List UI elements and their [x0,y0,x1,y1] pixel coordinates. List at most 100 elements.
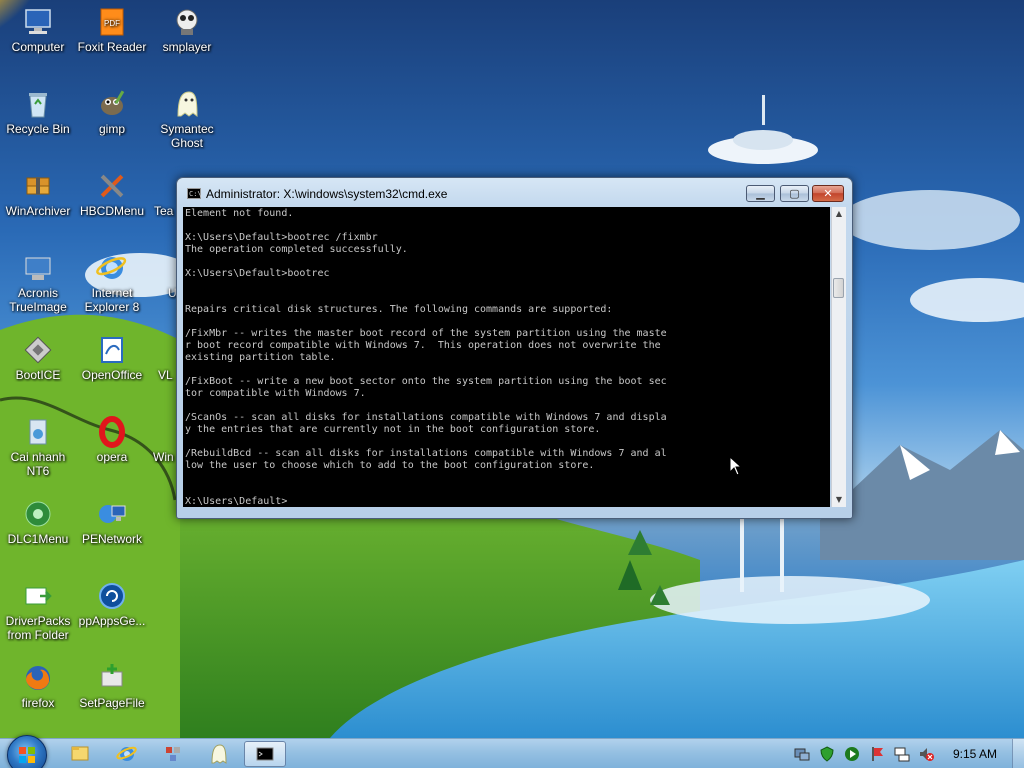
opera-icon [96,416,128,448]
cmd-window[interactable]: C:\ Administrator: X:\windows\system32\c… [176,177,853,519]
desktop-icon-dlc1menu[interactable]: DLC1Menu [0,498,76,546]
icon-label: Symantec Ghost [160,122,214,150]
clock[interactable]: 9:15 AM [940,747,1010,761]
icon-label: DLC1Menu [7,532,69,546]
icon-label: Cai nhanh NT6 [10,450,66,478]
desktop-icon-acronis[interactable]: Acronis TrueImage [0,252,76,314]
play-icon[interactable] [844,746,860,762]
desktop-icon-penetwork[interactable]: PENetwork [74,498,150,546]
app-icon [150,416,176,448]
svg-text:PDF: PDF [104,19,120,28]
desktop-icon-smplayer[interactable]: smplayer [149,6,225,54]
icon-label: OpenOffice [81,368,143,382]
icon-label: Acronis TrueImage [9,286,67,314]
icon-label: opera [96,450,128,464]
desktop-icon-firefox[interactable]: firefox [0,662,76,710]
taskbar-ghost-button[interactable] [199,741,239,767]
icon-label: smplayer [162,40,212,54]
desktop-icon-recycle-bin[interactable]: Recycle Bin [0,88,76,136]
setpagefile-icon [96,662,128,694]
desktop-icon-foxit-reader[interactable]: PDF Foxit Reader [74,6,150,54]
scroll-up-arrow-icon[interactable]: ▲ [832,207,846,221]
window-title: Administrator: X:\windows\system32\cmd.e… [206,187,448,201]
desktop-icon-setpagefile[interactable]: SetPageFile [74,662,150,710]
desktop-icon-teamviewer-partial[interactable]: Tea [146,170,176,218]
dlc-icon [22,498,54,530]
desktop-icon-gimp[interactable]: gimp [74,88,150,136]
desktop-icon-symantec-ghost[interactable]: Symantec Ghost [149,88,225,150]
desktop-icon-ppappsge[interactable]: ppAppsGe... [74,580,150,628]
app-icon [150,252,176,284]
icon-label: firefox [21,696,55,710]
desktop-icon-internet-explorer[interactable]: Internet Explorer 8 [74,252,150,314]
icon-label: Internet Explorer 8 [84,286,140,314]
scrollbar-thumb[interactable] [833,278,844,298]
desktop-icon-openoffice[interactable]: OpenOffice [74,334,150,382]
vlc-icon [150,334,176,366]
driverpacks-icon [22,580,54,612]
taskbar-cmd-button[interactable] [244,741,286,767]
desktop: Computer PDF Foxit Reader smplayer Recyc… [0,0,1024,768]
network-tray-icon[interactable] [894,746,910,762]
maximize-button[interactable]: ▢ [780,185,809,202]
recycle-bin-icon [22,88,54,120]
windows-logo-icon [19,747,35,763]
icon-label: Foxit Reader [77,40,147,54]
explorer-icon [71,746,89,761]
desktop-icon-win-partial[interactable]: Win [150,416,176,464]
volume-muted-icon[interactable] [918,746,934,762]
bootice-icon [22,334,54,366]
show-desktop-button[interactable] [1012,739,1024,768]
icon-label: DriverPacks from Folder [5,614,71,642]
taskbar-explorer-button[interactable] [60,741,100,767]
icon-label: Tea [154,204,174,218]
desktop-icon-vlc-partial[interactable]: VL [150,334,176,382]
desktop-icon-opera[interactable]: opera [74,416,150,464]
taskbar: 9:15 AM [0,735,1024,768]
desktop-icon-driverpacks[interactable]: DriverPacks from Folder [0,580,76,642]
icon-label: ppAppsGe... [78,614,146,628]
desktop-icon-u-partial[interactable]: U [150,252,176,300]
taskbar-ie-button[interactable] [107,741,147,767]
icon-label: HBCDMenu [79,204,145,218]
icon-label: VL [158,368,173,382]
desktop-icon-computer[interactable]: Computer [0,6,76,54]
computer-tray-icon[interactable] [794,746,810,762]
mouse-cursor-icon [729,456,743,476]
minimize-button[interactable]: ▁ [746,185,775,202]
icon-label: BootICE [15,368,61,382]
tools-icon [96,170,128,202]
ppapps-icon [96,580,128,612]
installer-icon [22,416,54,448]
ghost-icon [171,88,203,120]
start-button[interactable] [7,735,47,768]
taskbar-network-button[interactable] [153,741,193,767]
desktop-icon-hbcdmenu[interactable]: HBCDMenu [74,170,150,218]
shield-icon[interactable] [819,746,835,762]
icon-label: WinArchiver [5,204,71,218]
window-titlebar[interactable]: C:\ Administrator: X:\windows\system32\c… [177,178,852,206]
internet-explorer-icon [96,252,128,284]
cmd-icon [256,747,274,761]
pdf-icon: PDF [96,6,128,38]
close-button[interactable]: ✕ [812,185,844,202]
icon-label: Computer [11,40,65,54]
scroll-down-arrow-icon[interactable]: ▼ [832,493,846,507]
flag-icon[interactable] [869,746,885,762]
desktop-icon-bootice[interactable]: BootICE [0,334,76,382]
icon-label: Win [153,450,174,464]
computer-icon [22,6,54,38]
smplayer-icon [171,6,203,38]
cmd-icon[interactable]: C:\ [187,188,202,199]
icon-label: gimp [98,122,125,136]
icon-label: U [168,286,176,300]
teamviewer-icon [146,170,176,202]
network-icon [166,747,180,761]
vertical-scrollbar[interactable]: ▲ ▼ [831,207,846,507]
icon-label: PENetwork [81,532,143,546]
archive-icon [22,170,54,202]
desktop-icon-cai-nhanh[interactable]: Cai nhanh NT6 [0,416,76,478]
openoffice-icon [96,334,128,366]
symantec-ghost-icon [211,744,227,764]
desktop-icon-winarchiver[interactable]: WinArchiver [0,170,76,218]
